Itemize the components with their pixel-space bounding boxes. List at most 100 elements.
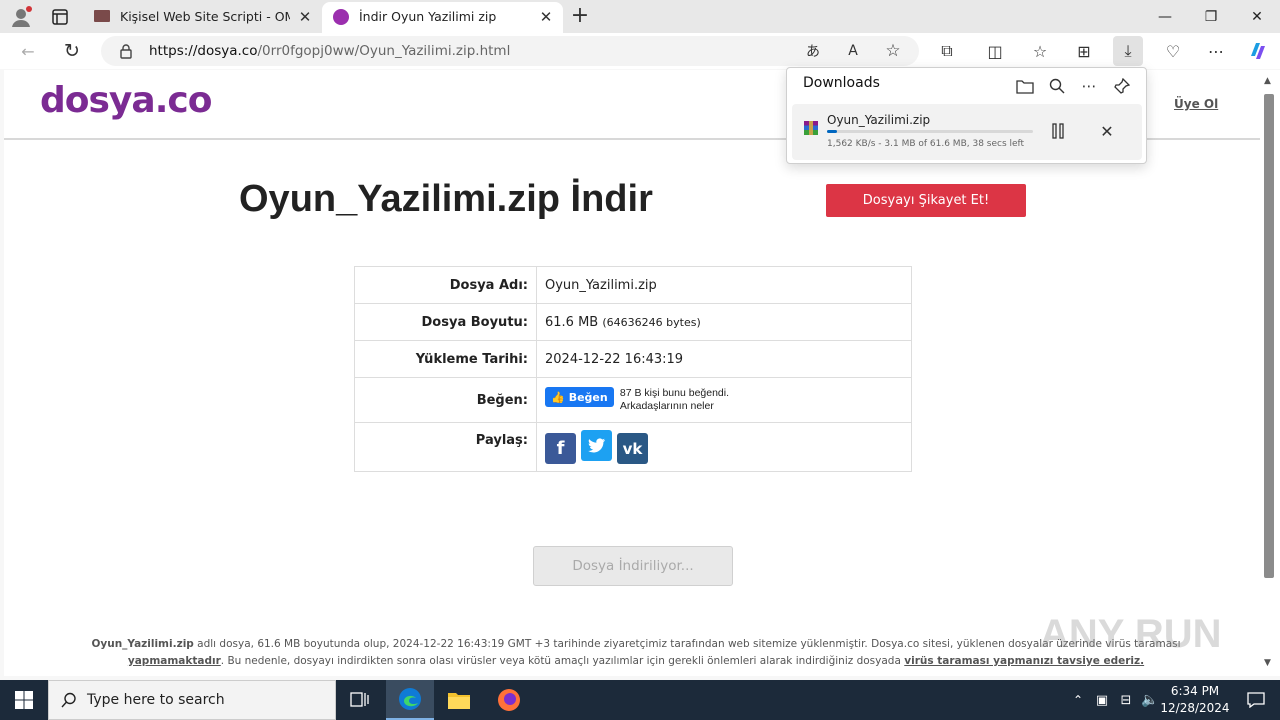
tab-title: İndir Oyun Yazilimi zip [359, 9, 497, 24]
lock-icon[interactable] [119, 43, 133, 63]
favorite-star-icon[interactable]: ☆ [878, 36, 908, 66]
split-screen-icon[interactable]: ◫ [980, 36, 1010, 66]
table-row: Dosya Boyutu: 61.6 MB (64636246 bytes) [354, 303, 912, 341]
upload-date-value: 2024-12-22 16:43:19 [536, 340, 912, 378]
more-menu-icon[interactable]: ⋯ [1201, 36, 1231, 66]
twitter-share-icon[interactable] [581, 430, 612, 461]
download-filename[interactable]: Oyun_Yazilimi.zip [827, 113, 930, 127]
file-size-bytes: (64636246 bytes) [602, 315, 701, 329]
close-window-icon[interactable]: ✕ [1234, 0, 1280, 33]
share-cell: f vk [536, 422, 912, 472]
share-label: Paylaş: [354, 422, 537, 472]
file-size-cell: 61.6 MB (64636246 bytes) [536, 303, 912, 341]
notifications-icon[interactable] [1232, 680, 1280, 720]
address-bar[interactable]: https://dosya.co/0rr0fgopj0ww/Oyun_Yazil… [101, 36, 919, 66]
file-name-label: Dosya Adı: [354, 266, 537, 304]
like-text-line2: Arkadaşlarının neler [619, 400, 714, 412]
disclaimer-part1: adlı dosya, 61.6 MB boyutunda olup, 2024… [193, 638, 1181, 650]
extensions-icon[interactable]: ⧉ [932, 36, 962, 66]
cancel-download-icon[interactable]: ✕ [1094, 118, 1120, 144]
site-logo[interactable]: dosya.co [40, 80, 212, 121]
disclaimer-filename: Oyun_Yazilimi.zip [91, 638, 194, 650]
favicon-icon [333, 9, 349, 25]
search-icon [61, 692, 77, 712]
tab-bar: Kişisel Web Site Scripti - OM Pers ✕ İnd… [0, 0, 1280, 33]
download-status: 1,562 KB/s - 3.1 MB of 61.6 MB, 38 secs … [827, 139, 1025, 149]
tab-kisisel-web[interactable]: Kişisel Web Site Scripti - OM Pers ✕ [84, 2, 322, 33]
no-scan-link[interactable]: yapmamaktadır [128, 655, 221, 667]
file-explorer-icon[interactable] [435, 680, 483, 720]
url-text: https://dosya.co/0rr0fgopj0ww/Oyun_Yazil… [149, 43, 511, 59]
favorites-icon[interactable]: ☆ [1025, 36, 1055, 66]
page-scrollbar[interactable]: ▲ ▼ [1260, 70, 1280, 676]
table-row: Yükleme Tarihi: 2024-12-22 16:43:19 [354, 340, 912, 378]
disclaimer-text: Oyun_Yazilimi.zip adlı dosya, 61.6 MB bo… [76, 636, 1196, 670]
table-row: Dosya Adı: Oyun_Yazilimi.zip [354, 266, 912, 304]
show-hidden-icons[interactable]: ⌃ [1066, 680, 1090, 720]
signup-link[interactable]: Üye Ol [1174, 97, 1218, 111]
network-icon[interactable]: ▣ [1090, 680, 1114, 720]
thumbs-up-icon: 👍 [551, 390, 565, 404]
volume-icon[interactable]: 🔈 [1138, 680, 1162, 720]
pin-icon[interactable] [1107, 71, 1137, 101]
tab-indir-oyun[interactable]: İndir Oyun Yazilimi zip ✕ [322, 2, 563, 33]
like-label: Beğen: [354, 377, 537, 423]
firefox-icon[interactable] [485, 680, 533, 720]
copilot-icon[interactable] [1243, 36, 1273, 66]
more-options-icon[interactable]: ⋯ [1074, 71, 1104, 101]
taskbar-search-box[interactable]: Type here to search [48, 680, 336, 720]
file-name-value: Oyun_Yazilimi.zip [536, 266, 912, 304]
pause-icon[interactable] [1045, 118, 1071, 144]
downloads-icon[interactable]: ⤓ [1113, 36, 1143, 66]
favicon-icon [94, 10, 110, 22]
scroll-down-icon[interactable]: ▼ [1264, 658, 1271, 668]
start-icon[interactable] [0, 680, 48, 720]
facebook-share-icon[interactable]: f [545, 432, 576, 464]
collections-icon[interactable]: ⊞ [1069, 36, 1099, 66]
close-tab-icon[interactable]: ✕ [537, 8, 555, 26]
close-tab-icon[interactable]: ✕ [296, 8, 314, 26]
table-row: Paylaş: f vk [354, 422, 912, 472]
new-tab-icon[interactable]: + [568, 5, 592, 29]
downloads-title: Downloads [803, 75, 880, 91]
downloads-panel: Downloads ⋯ Oyun_Yazilimi.zip 1,562 KB/s… [786, 67, 1147, 164]
file-size-label: Dosya Boyutu: [354, 303, 537, 341]
scroll-up-icon[interactable]: ▲ [1264, 76, 1271, 86]
back-icon[interactable]: ← [13, 36, 43, 66]
table-row: Beğen: 👍 Beğen 87 B kişi bunu beğendi. A… [354, 377, 912, 423]
wifi-icon[interactable]: ⊟ [1114, 680, 1138, 720]
like-cell: 👍 Beğen 87 B kişi bunu beğendi. Arkadaşl… [536, 377, 912, 423]
anyrun-watermark: ANY RUN [1040, 612, 1222, 656]
download-progress-bar [827, 130, 1033, 133]
vk-share-icon[interactable]: vk [617, 433, 648, 464]
report-file-button[interactable]: Dosyayı Şikayet Et! [826, 184, 1026, 217]
clock-date: 12/28/2024 [1160, 701, 1230, 715]
tab-actions-icon[interactable] [50, 7, 70, 27]
read-aloud-icon[interactable]: A [838, 36, 868, 66]
taskbar-clock[interactable]: 6:34 PM 12/28/2024 [1160, 683, 1230, 717]
download-button[interactable]: Dosya İndiriliyor... [533, 546, 733, 586]
download-item[interactable]: Oyun_Yazilimi.zip 1,562 KB/s - 3.1 MB of… [792, 104, 1142, 160]
refresh-icon[interactable]: ↻ [57, 36, 87, 66]
edge-taskbar-icon[interactable] [386, 680, 434, 720]
browser-toolbar: ← ↻ https://dosya.co/0rr0fgopj0ww/Oyun_Y… [0, 33, 1280, 69]
restore-icon[interactable]: ❐ [1188, 0, 1234, 33]
open-folder-icon[interactable] [1010, 71, 1040, 101]
page-title: Oyun_Yazilimi.zip İndir [239, 178, 653, 220]
search-placeholder: Type here to search [87, 692, 225, 708]
profile-icon[interactable] [10, 6, 32, 28]
tab-title: Kişisel Web Site Scripti - OM Pers [120, 9, 290, 24]
disclaimer-part2: . Bu nedenle, dosyayı indirdikten sonra … [220, 655, 905, 667]
browser-essentials-icon[interactable]: ♡ [1158, 36, 1188, 66]
file-size-value: 61.6 MB [545, 314, 599, 330]
windows-taskbar: Type here to search ⌃ ▣ ⊟ 🔈 6:34 PM 12/2… [0, 680, 1280, 720]
search-downloads-icon[interactable] [1042, 71, 1072, 101]
task-view-icon[interactable] [336, 680, 384, 720]
minimize-icon[interactable]: — [1142, 0, 1188, 33]
facebook-like-button[interactable]: 👍 Beğen [545, 387, 614, 407]
like-button-label: Beğen [568, 390, 608, 404]
translate-icon[interactable]: あ [798, 36, 828, 66]
like-text-line1: 87 B kişi bunu beğendi. [619, 387, 730, 399]
scrollbar-thumb[interactable] [1264, 94, 1274, 578]
file-info-table: Dosya Adı: Oyun_Yazilimi.zip Dosya Boyut… [354, 266, 912, 472]
